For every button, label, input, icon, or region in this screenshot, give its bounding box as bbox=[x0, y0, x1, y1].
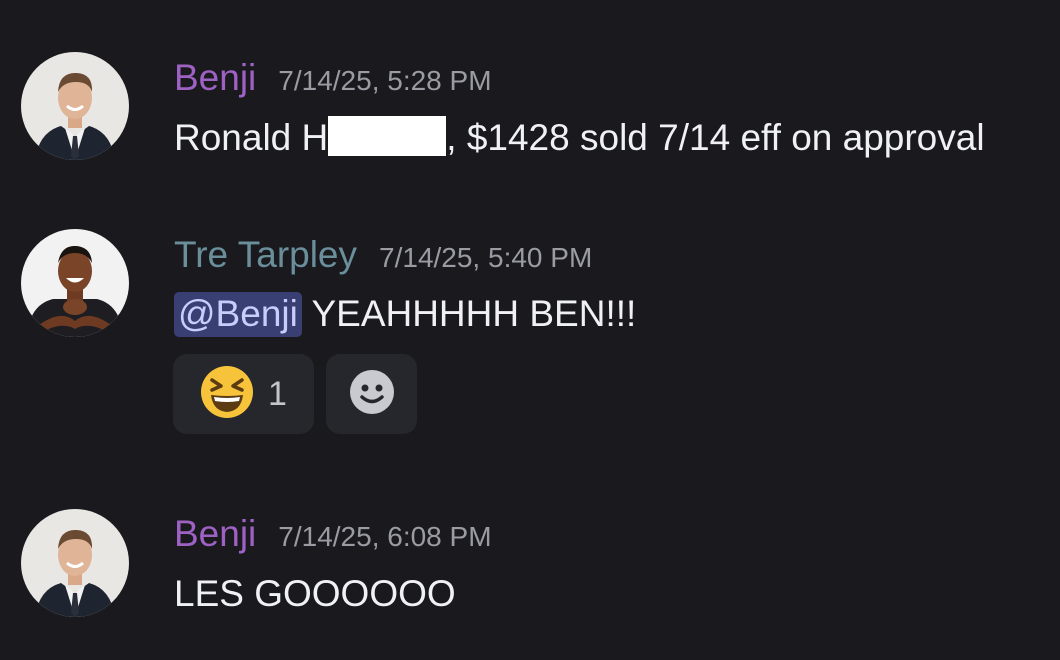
message-text-part: Ronald H bbox=[174, 117, 329, 158]
laughing-emoji bbox=[200, 365, 254, 424]
user-mention[interactable]: @Benji bbox=[174, 292, 302, 337]
username[interactable]: Tre Tarpley bbox=[174, 234, 357, 276]
timestamp: 7/14/25, 5:40 PM bbox=[379, 242, 593, 273]
redaction-block bbox=[328, 116, 447, 156]
reaction-count: 1 bbox=[268, 374, 287, 413]
message-text-part: YEAHHHHH BEN!!! bbox=[301, 293, 637, 334]
message-text: @Benji YEAHHHHH BEN!!! bbox=[174, 292, 637, 337]
message-text-part: , $1428 sold 7/14 eff on approval bbox=[446, 117, 985, 158]
tre-avatar[interactable] bbox=[21, 229, 129, 337]
message-text: Ronald H , $1428 sold 7/14 eff on approva… bbox=[174, 116, 985, 159]
message-text-part: LES GOOOOOO bbox=[174, 573, 456, 614]
username[interactable]: Benji bbox=[174, 57, 256, 99]
benji-avatar[interactable] bbox=[21, 52, 129, 160]
timestamp: 7/14/25, 6:08 PM bbox=[278, 521, 492, 552]
benji-avatar[interactable] bbox=[21, 509, 129, 617]
timestamp: 7/14/25, 5:28 PM bbox=[278, 65, 492, 96]
message-text: LES GOOOOOO bbox=[174, 573, 456, 615]
username[interactable]: Benji bbox=[174, 513, 256, 555]
reaction-laughing[interactable]: 1 bbox=[173, 354, 314, 434]
add-reaction-button[interactable] bbox=[326, 354, 417, 434]
chat-log: Benji 7/14/25, 5:28 PM Ronald H , $1428 s… bbox=[0, 0, 1060, 660]
smiley-add-reaction-icon bbox=[348, 368, 396, 421]
